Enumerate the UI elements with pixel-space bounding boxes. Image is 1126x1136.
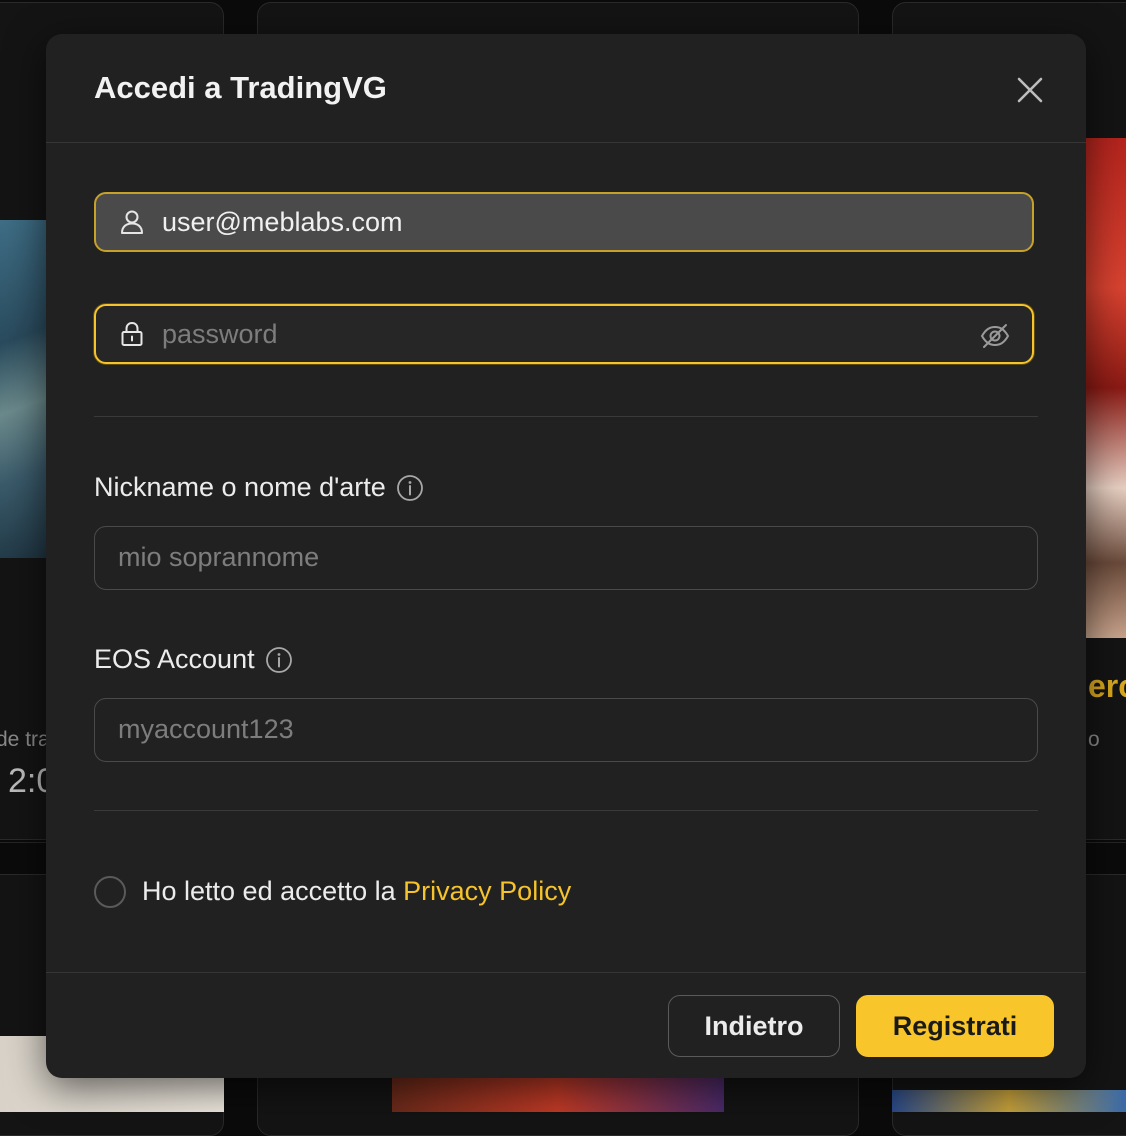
- background-card-right-title: ercl: [1088, 668, 1126, 704]
- register-button[interactable]: Registrati: [856, 995, 1054, 1057]
- background-artwork-right: [1086, 138, 1126, 638]
- privacy-policy-link[interactable]: Privacy Policy: [403, 876, 571, 906]
- section-divider-bottom: [94, 810, 1038, 811]
- nickname-label-text: Nickname o nome d'arte: [94, 472, 386, 502]
- modal-footer: Indietro Registrati: [46, 972, 1086, 1078]
- privacy-consent-checkbox[interactable]: [94, 876, 126, 908]
- info-icon[interactable]: [265, 646, 293, 674]
- close-button[interactable]: [1014, 74, 1046, 106]
- nickname-label: Nickname o nome d'arte: [94, 472, 424, 503]
- background-card-left-text: de tra: [0, 728, 50, 751]
- back-button[interactable]: Indietro: [668, 995, 840, 1057]
- info-icon[interactable]: [396, 474, 424, 502]
- eos-account-label: EOS Account: [94, 644, 293, 675]
- lock-icon: [121, 321, 143, 346]
- eos-account-label-text: EOS Account: [94, 644, 255, 674]
- email-field[interactable]: user@meblabs.com: [94, 192, 1034, 252]
- password-placeholder: password: [162, 318, 278, 349]
- user-icon: [121, 210, 143, 234]
- eos-account-input[interactable]: myaccount123: [94, 698, 1038, 762]
- password-field[interactable]: password: [94, 304, 1034, 364]
- background-artwork-bottom-middle: [392, 1078, 724, 1112]
- nickname-input[interactable]: mio soprannome: [94, 526, 1038, 590]
- login-modal: Accedi a TradingVG user@meblabs.com pass…: [46, 34, 1086, 1078]
- close-icon: [1017, 77, 1043, 103]
- background-card-right-subtitle: o: [1088, 728, 1100, 751]
- background-artwork-left: [0, 220, 46, 558]
- eye-off-icon[interactable]: [980, 322, 1010, 350]
- background-artwork-bottom-right: [892, 1090, 1126, 1112]
- modal-header: Accedi a TradingVG: [46, 34, 1086, 143]
- section-divider-top: [94, 416, 1038, 417]
- privacy-consent-text: Ho letto ed accetto la Privacy Policy: [142, 876, 571, 907]
- modal-title: Accedi a TradingVG: [94, 70, 387, 105]
- email-value: user@meblabs.com: [162, 206, 403, 237]
- privacy-consent-label: Ho letto ed accetto la: [142, 876, 404, 906]
